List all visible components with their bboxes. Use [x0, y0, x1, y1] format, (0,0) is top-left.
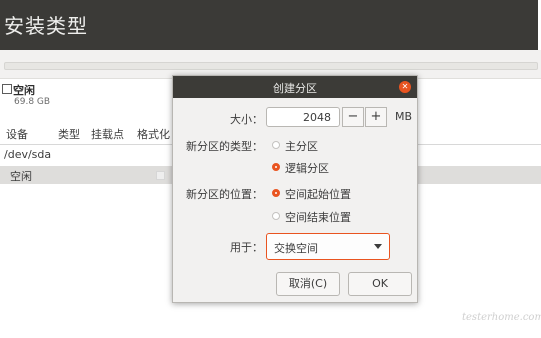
disk-usage-bar — [4, 62, 538, 70]
radio-primary[interactable] — [272, 141, 280, 149]
close-icon[interactable]: ✕ — [399, 81, 411, 93]
create-partition-dialog: 创建分区 ✕ 大小： 2048 − + MB 新分区的类型： 主分区 逻辑分区 … — [172, 75, 418, 303]
column-header-type[interactable]: 类型 — [58, 126, 80, 142]
use-as-label: 用于： — [230, 241, 263, 254]
radio-primary-label[interactable]: 主分区 — [285, 138, 318, 154]
size-input[interactable]: 2048 — [266, 107, 340, 127]
size-value: 2048 — [303, 111, 331, 124]
device-row[interactable]: /dev/sda — [4, 148, 51, 161]
radio-logical[interactable] — [272, 163, 280, 171]
column-header-mount[interactable]: 挂载点 — [91, 126, 124, 142]
radio-location-end-label[interactable]: 空间结束位置 — [285, 209, 351, 225]
radio-logical-label[interactable]: 逻辑分区 — [285, 160, 329, 176]
dialog-titlebar: 创建分区 ✕ — [173, 76, 417, 98]
use-as-value: 交换空间 — [274, 242, 318, 255]
watermark: testerhome.com — [462, 312, 541, 323]
radio-location-start-label[interactable]: 空间起始位置 — [285, 186, 351, 202]
column-header-device[interactable]: 设备 — [6, 126, 28, 142]
partition-location-label: 新分区的位置： — [186, 188, 263, 201]
size-increment-button[interactable]: + — [365, 107, 387, 127]
format-checkbox[interactable] — [156, 171, 165, 180]
free-space-label: 空闲 — [13, 84, 35, 97]
dialog-title: 创建分区 — [273, 82, 317, 95]
use-as-dropdown[interactable]: 交换空间 — [266, 233, 390, 260]
size-label: 大小： — [230, 113, 263, 126]
window-header: 安装类型 — [0, 0, 538, 50]
radio-location-end[interactable] — [272, 212, 280, 220]
radio-location-start[interactable] — [272, 189, 280, 197]
free-space-color-swatch — [2, 84, 12, 94]
chevron-down-icon — [374, 244, 382, 249]
cancel-button[interactable]: 取消(C) — [276, 272, 340, 296]
page-title: 安装类型 — [4, 14, 88, 38]
ok-button[interactable]: OK — [348, 272, 412, 296]
size-decrement-button[interactable]: − — [342, 107, 364, 127]
partition-type-label: 新分区的类型： — [186, 140, 263, 153]
size-unit-label: MB — [395, 110, 413, 123]
free-space-size: 69.8 GB — [14, 97, 51, 107]
row-device-cell: 空闲 — [10, 170, 32, 183]
column-header-format[interactable]: 格式化 — [137, 126, 170, 142]
